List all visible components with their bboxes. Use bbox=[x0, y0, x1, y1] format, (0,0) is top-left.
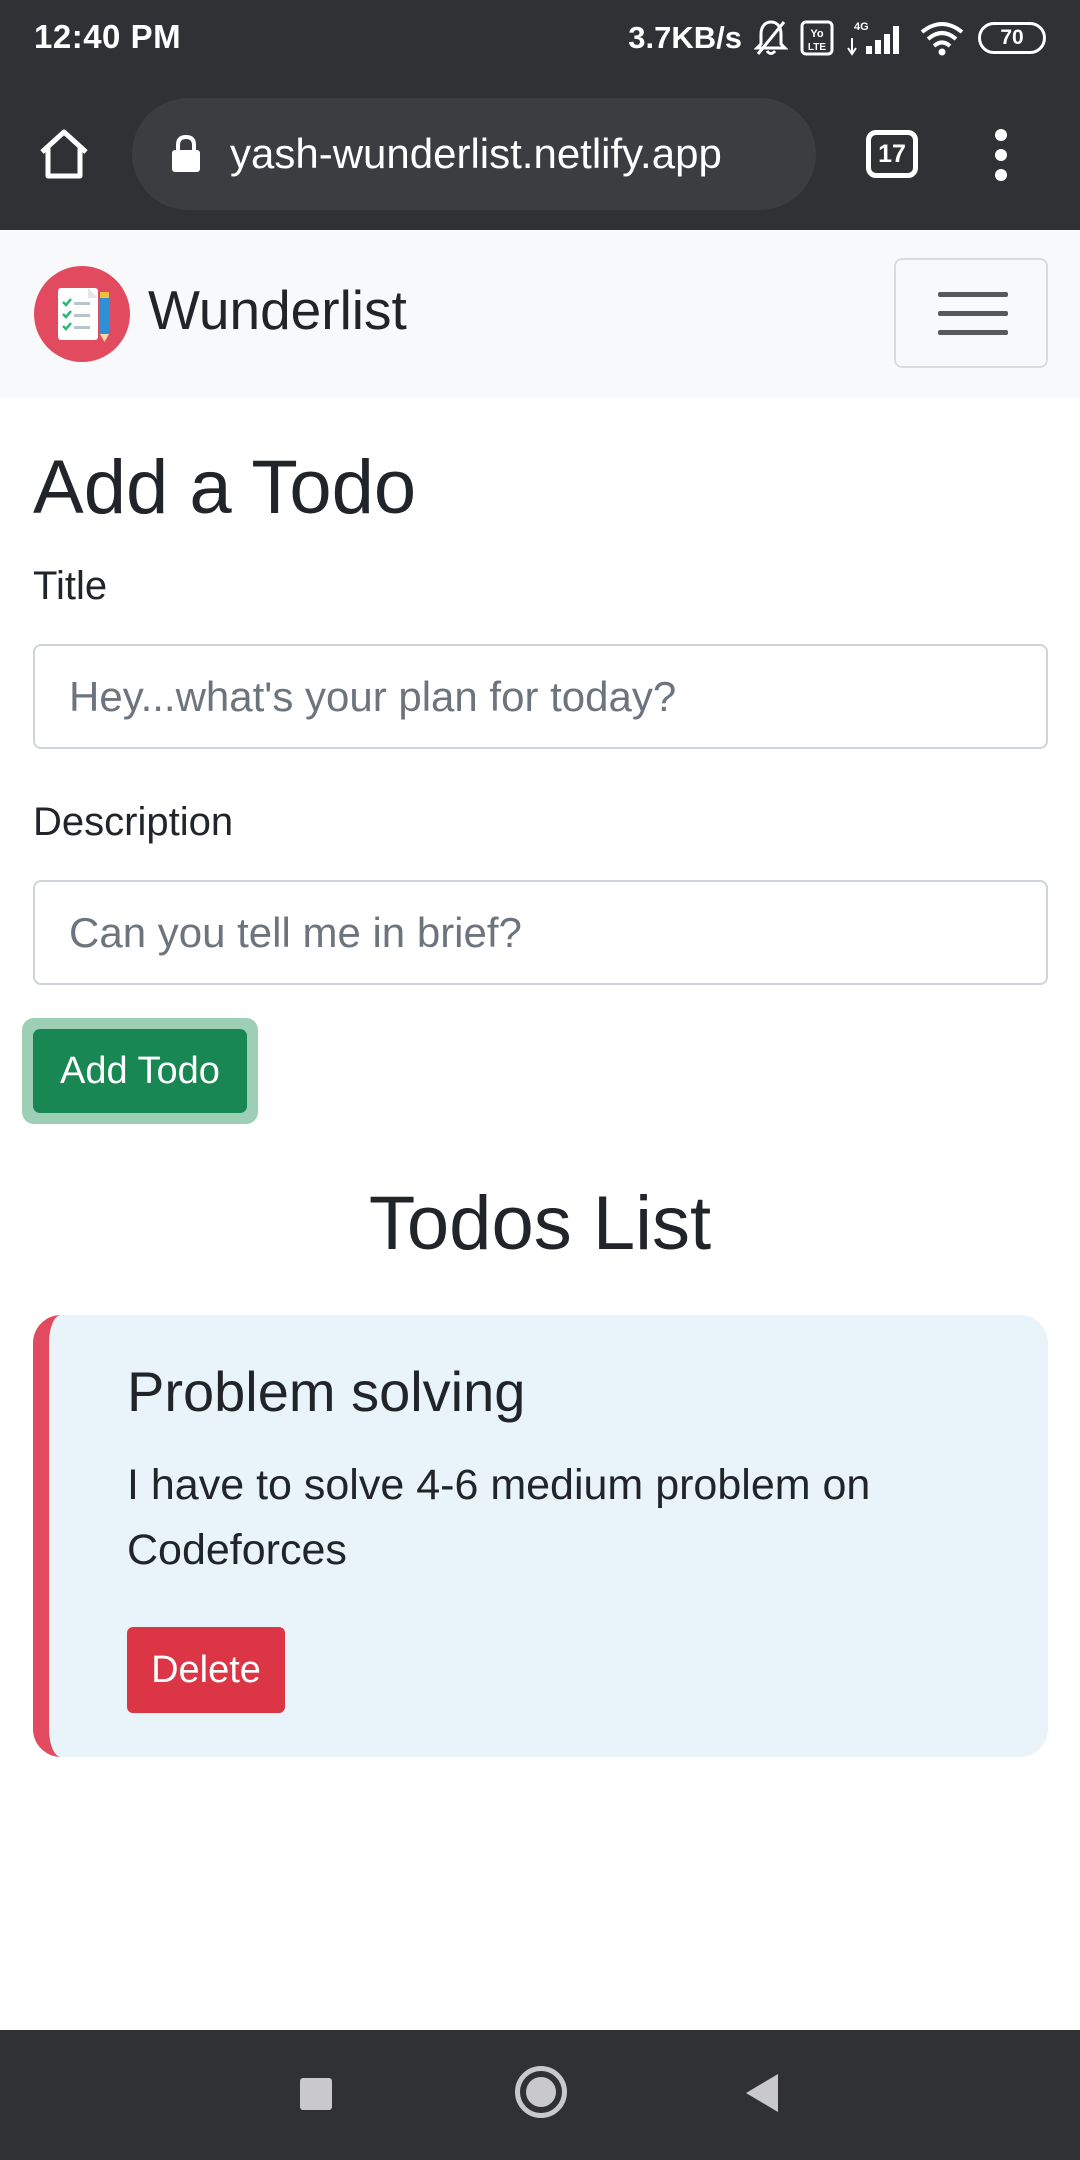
add-todo-button[interactable]: Add Todo bbox=[33, 1029, 247, 1113]
hamburger-icon bbox=[938, 292, 1008, 335]
svg-text:4G: 4G bbox=[854, 21, 869, 33]
tabs-icon[interactable]: 17 bbox=[866, 130, 918, 178]
status-bar: 12:40 PM 3.7KB/s Yo LTE 4G 70 bbox=[0, 0, 1080, 78]
title-label: Title bbox=[33, 564, 108, 608]
back-triangle-icon[interactable] bbox=[746, 2074, 778, 2112]
todo-card: Problem solving I have to solve 4-6 medi… bbox=[33, 1315, 1048, 1757]
site-navbar: Wunderlist bbox=[0, 230, 1080, 398]
svg-text:LTE: LTE bbox=[808, 42, 826, 53]
todo-description: I have to solve 4-6 medium problem on Co… bbox=[127, 1461, 871, 1574]
add-todo-focus-ring: Add Todo bbox=[22, 1018, 258, 1124]
brand-name[interactable]: Wunderlist bbox=[148, 278, 407, 342]
network-speed: 3.7KB/s bbox=[628, 20, 742, 55]
todos-list-heading: Todos List bbox=[368, 1181, 712, 1266]
navbar-toggler-button[interactable] bbox=[894, 258, 1048, 368]
lock-icon bbox=[172, 134, 200, 172]
description-label: Description bbox=[33, 800, 234, 844]
address-bar[interactable]: yash-wunderlist.netlify.app bbox=[132, 98, 816, 210]
tab-count: 17 bbox=[878, 139, 906, 168]
todo-title: Problem solving bbox=[127, 1360, 526, 1423]
battery-icon: 70 bbox=[978, 22, 1046, 54]
more-vert-icon[interactable] bbox=[986, 128, 1016, 182]
svg-text:Yo: Yo bbox=[810, 28, 824, 40]
browser-toolbar: yash-wunderlist.netlify.app 17 bbox=[0, 78, 1080, 230]
system-nav-bar bbox=[0, 2030, 1080, 2160]
battery-level: 70 bbox=[1000, 26, 1024, 49]
recents-icon[interactable] bbox=[300, 2078, 332, 2110]
delete-todo-button[interactable]: Delete bbox=[127, 1627, 285, 1713]
description-input[interactable] bbox=[33, 880, 1048, 985]
home-circle-icon[interactable] bbox=[515, 2066, 567, 2118]
home-icon[interactable] bbox=[36, 126, 92, 182]
title-input[interactable] bbox=[33, 644, 1048, 749]
status-icons: 3.7KB/s Yo LTE 4G 70 bbox=[628, 16, 1046, 60]
volte-icon: Yo LTE bbox=[800, 20, 834, 56]
url-text: yash-wunderlist.netlify.app bbox=[230, 130, 722, 177]
4g-signal-icon: 4G bbox=[847, 21, 899, 56]
checklist-logo-icon[interactable] bbox=[34, 266, 130, 362]
status-time: 12:40 PM bbox=[34, 18, 182, 55]
mute-bell-icon bbox=[754, 20, 788, 55]
wifi-icon bbox=[920, 22, 964, 56]
add-todo-heading: Add a Todo bbox=[33, 445, 417, 530]
